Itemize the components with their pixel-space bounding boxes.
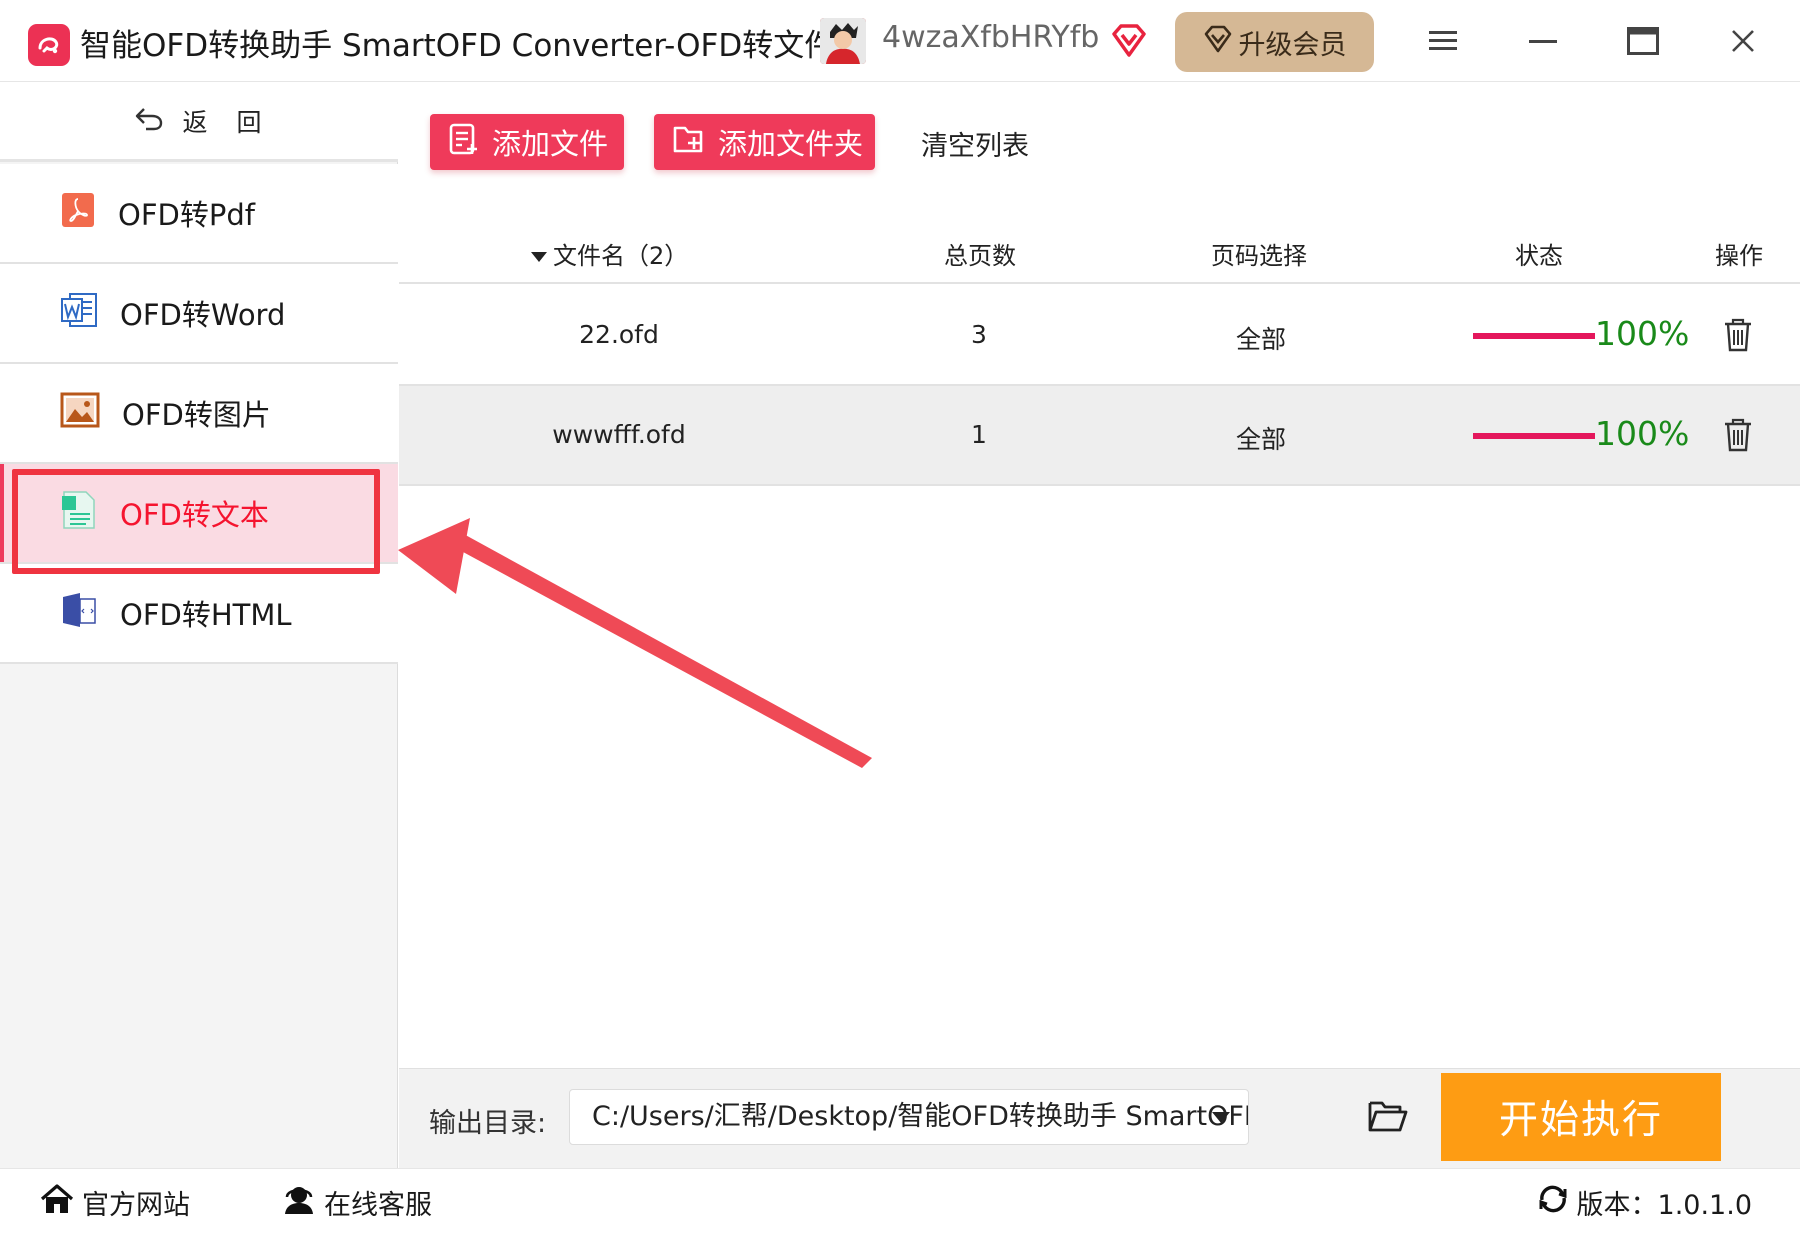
headset-icon: [282, 1183, 316, 1222]
header-action: 操作: [1715, 242, 1763, 270]
version-label: 版本：1.0.1.0: [1576, 1190, 1752, 1221]
online-support-link[interactable]: 在线客服: [282, 1183, 432, 1222]
page-count: 1: [971, 420, 987, 449]
progress-fill: [1473, 433, 1595, 439]
progress-fill: [1473, 333, 1595, 339]
username: 4wzaXfbHRYfb: [882, 20, 1100, 55]
start-button[interactable]: 开始执行: [1441, 1073, 1721, 1161]
header-pages: 总页数: [944, 242, 1016, 270]
delete-icon[interactable]: [1721, 316, 1755, 354]
sidebar-item-label: OFD转Word: [120, 298, 286, 332]
upgrade-label: 升级会员: [1238, 29, 1347, 61]
sidebar-item-ofd-to-text[interactable]: OFD转文本: [0, 464, 398, 564]
main-panel: 添加文件 添加文件夹 清空列表 文件名（2） 总页数 页码选择 状态 操作 22…: [399, 82, 1800, 1068]
sidebar-item-label: OFD转HTML: [120, 598, 292, 632]
app-title: 智能OFD转换助手 SmartOFD Converter-OFD转文件: [80, 28, 836, 64]
vip-diamond-icon: [1203, 24, 1233, 61]
page-select[interactable]: 全部: [1236, 420, 1286, 456]
output-dir-path: C:/Users/汇帮/Desktop/智能OFD转换助手 SmartOFD: [592, 1101, 1249, 1132]
file-table-header: 文件名（2） 总页数 页码选择 状态 操作: [399, 222, 1800, 284]
progress-bar: [1473, 433, 1595, 439]
maximize-icon[interactable]: [1620, 18, 1666, 64]
output-dir-select[interactable]: C:/Users/汇帮/Desktop/智能OFD转换助手 SmartOFD: [569, 1089, 1249, 1145]
upgrade-vip-button[interactable]: 升级会员: [1175, 12, 1374, 72]
app-logo: [28, 24, 70, 66]
back-button[interactable]: 返 回: [0, 82, 398, 162]
sidebar-item-label: OFD转图片: [122, 398, 271, 432]
add-file-button[interactable]: 添加文件: [430, 114, 624, 170]
close-icon[interactable]: [1720, 18, 1766, 64]
table-row[interactable]: wwwfff.ofd 1 全部 100%: [399, 386, 1800, 486]
sidebar-item-label: OFD转文本: [120, 498, 269, 532]
title-bar: 智能OFD转换助手 SmartOFD Converter-OFD转文件 4wza…: [0, 0, 1800, 82]
website-label: 官方网站: [82, 1190, 190, 1221]
html-icon: [60, 591, 98, 636]
progress-bar: [1473, 333, 1595, 339]
sidebar-item-ofd-to-pdf[interactable]: OFD转Pdf: [0, 164, 398, 264]
home-icon: [40, 1183, 74, 1222]
sort-down-icon: [531, 252, 547, 262]
add-folder-label: 添加文件夹: [718, 127, 864, 161]
open-folder-icon[interactable]: [1367, 1097, 1409, 1135]
header-status: 状态: [1515, 242, 1563, 270]
vip-diamond-icon[interactable]: [1110, 22, 1148, 60]
output-dir-label: 输出目录:: [429, 1108, 547, 1139]
progress-percent: 100%: [1595, 314, 1690, 353]
sidebar-item-ofd-to-html[interactable]: OFD转HTML: [0, 564, 398, 664]
pdf-icon: [60, 191, 96, 236]
file-name: wwwfff.ofd: [552, 420, 686, 449]
menu-icon[interactable]: [1420, 18, 1466, 64]
sidebar-menu: OFD转Pdf OFD转Word OFD转图片 OFD转文本 OFD转HTML: [0, 164, 398, 664]
add-file-icon: [448, 122, 480, 163]
header-page-select: 页码选择: [1211, 242, 1307, 270]
file-name: 22.ofd: [579, 320, 659, 349]
clear-list-button[interactable]: 清空列表: [921, 124, 1029, 163]
output-bar: 输出目录: C:/Users/汇帮/Desktop/智能OFD转换助手 Smar…: [399, 1068, 1800, 1168]
table-row[interactable]: 22.ofd 3 全部 100%: [399, 286, 1800, 386]
refresh-icon: [1537, 1183, 1569, 1222]
page-select[interactable]: 全部: [1236, 320, 1286, 356]
sidebar: 返 回 OFD转Pdf OFD转Word OFD转图片 OFD转文本 OFD转H…: [0, 82, 398, 1168]
version-info: 版本：1.0.1.0: [1537, 1183, 1752, 1222]
add-folder-button[interactable]: 添加文件夹: [654, 114, 875, 170]
chevron-down-icon: [1212, 1112, 1230, 1123]
progress-percent: 100%: [1595, 414, 1690, 453]
page-count: 3: [971, 320, 987, 349]
image-icon: [60, 392, 100, 435]
back-arrow-icon: [134, 105, 164, 137]
text-file-icon: [60, 490, 98, 537]
word-icon: [60, 291, 98, 336]
delete-icon[interactable]: [1721, 416, 1755, 454]
sidebar-item-label: OFD转Pdf: [118, 198, 255, 232]
header-filename[interactable]: 文件名（2）: [531, 236, 688, 271]
support-label: 在线客服: [324, 1190, 432, 1221]
sidebar-item-ofd-to-word[interactable]: OFD转Word: [0, 264, 398, 364]
back-label: 返 回: [182, 107, 264, 137]
header-filename-label: 文件名（2）: [553, 242, 689, 270]
sidebar-item-ofd-to-image[interactable]: OFD转图片: [0, 364, 398, 464]
official-website-link[interactable]: 官方网站: [40, 1183, 190, 1222]
minimize-icon[interactable]: [1520, 18, 1566, 64]
footer: 官方网站 在线客服 版本：1.0.1.0: [0, 1168, 1800, 1234]
add-file-label: 添加文件: [492, 127, 609, 161]
avatar[interactable]: [820, 18, 866, 64]
add-folder-icon: [672, 123, 706, 162]
